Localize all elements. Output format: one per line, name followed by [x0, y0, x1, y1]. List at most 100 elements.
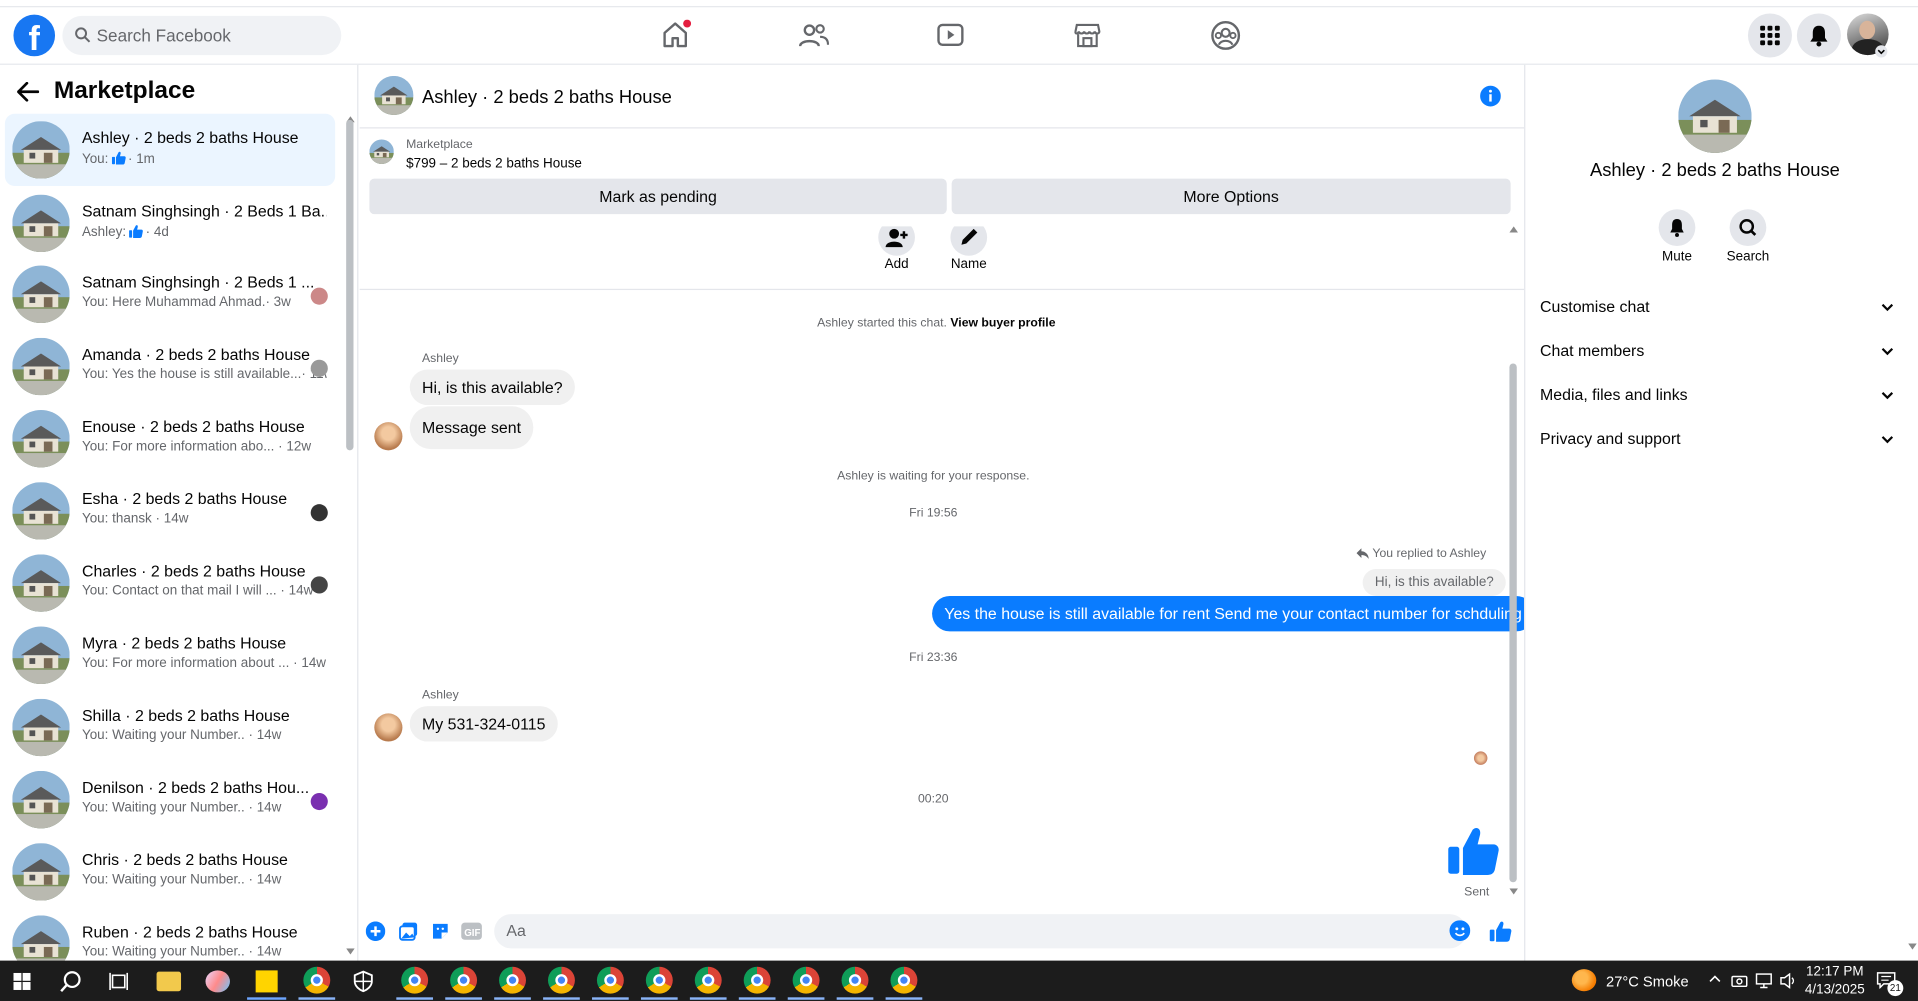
app-running-indicator: [494, 997, 531, 1000]
info-icon[interactable]: [1480, 85, 1501, 107]
details-section[interactable]: Media, files and links: [1540, 385, 1895, 404]
chrome-app-icon[interactable]: [890, 966, 918, 994]
listing-thumbnail: [12, 194, 70, 253]
conversation-item[interactable]: Myra · 2 beds 2 baths House You: For more…: [5, 619, 335, 691]
weather-text[interactable]: 27°C Smoke: [1606, 973, 1689, 990]
like-icon[interactable]: [1489, 920, 1512, 942]
conversation-item[interactable]: Amanda · 2 beds 2 baths House You: Yes th…: [5, 330, 335, 402]
chrome-app-icon[interactable]: [645, 966, 673, 994]
conversation-item[interactable]: Denilson · 2 beds 2 baths Hou... You: Wai…: [5, 764, 335, 836]
name-label: Name: [950, 256, 987, 272]
conversation-item[interactable]: Chris · 2 beds 2 baths House You: Waiting…: [5, 836, 335, 908]
app-running-indicator: [836, 997, 874, 1000]
volume-icon[interactable]: [1780, 972, 1797, 989]
gif-icon[interactable]: GIF: [461, 921, 482, 941]
add-people-button[interactable]: [878, 226, 915, 256]
view-buyer-profile-link[interactable]: View buyer profile: [950, 317, 1055, 330]
listing-thumbnail[interactable]: [369, 139, 394, 164]
outgoing-message[interactable]: Yes the house is still available for ren…: [932, 595, 1525, 632]
scroll-down-arrow[interactable]: [346, 948, 355, 955]
pencil-icon: [961, 228, 978, 245]
scroll-down-arrow[interactable]: [1509, 888, 1518, 895]
emoji-icon[interactable]: [1449, 920, 1471, 942]
app-running-indicator: [396, 997, 434, 1000]
clock-date[interactable]: 4/13/2025: [1798, 983, 1871, 998]
chrome-app-icon[interactable]: [450, 966, 478, 994]
incoming-message[interactable]: My 531-324-0115: [409, 706, 558, 742]
listing-thumbnail: [12, 698, 70, 757]
sender-name: Ashley: [422, 352, 459, 366]
task-view-icon[interactable]: [109, 972, 129, 992]
home-icon[interactable]: [659, 19, 692, 52]
chat-scrollbar[interactable]: [1509, 363, 1517, 883]
clock-time[interactable]: 12:17 PM: [1798, 964, 1871, 979]
facebook-logo[interactable]: f: [13, 14, 56, 57]
chrome-app-icon[interactable]: [743, 966, 771, 994]
conversation-item[interactable]: Charles · 2 beds 2 baths House You: Conta…: [5, 547, 335, 619]
ashley-avatar[interactable]: [374, 713, 403, 742]
conversation-item[interactable]: Shilla · 2 beds 2 baths House You: Waitin…: [5, 691, 335, 763]
details-section[interactable]: Customise chat: [1540, 297, 1895, 316]
add-label: Add: [884, 256, 909, 272]
replied-to-label: You replied to Ashley: [1356, 547, 1486, 560]
chrome-app-icon[interactable]: [401, 966, 429, 994]
message-input[interactable]: Aa: [494, 914, 1467, 949]
chevron-down-icon[interactable]: [1875, 45, 1888, 58]
camera-icon[interactable]: [1731, 973, 1748, 988]
chat-avatar[interactable]: [374, 75, 414, 116]
chrome-app-icon[interactable]: [841, 966, 869, 994]
conversation-item[interactable]: Satnam Singhsingh · 2 Beds 1 Ba... Ashley…: [5, 187, 335, 259]
incoming-message[interactable]: Message sent: [409, 406, 534, 450]
name-chat-button[interactable]: [950, 226, 988, 256]
left-scrollbar[interactable]: [346, 119, 354, 451]
chrome-app-icon[interactable]: [596, 966, 624, 994]
chrome-app-icon[interactable]: [499, 966, 526, 994]
conversation-item[interactable]: Ashley · 2 beds 2 baths House You: · 1m: [4, 113, 336, 187]
paint-app-icon[interactable]: [205, 970, 230, 993]
search-input[interactable]: Search Facebook: [62, 15, 342, 56]
sticky-notes-icon[interactable]: [255, 970, 278, 993]
incoming-message[interactable]: Hi, is this available?: [409, 369, 575, 406]
taskbar-search-icon[interactable]: [60, 970, 82, 993]
details-section[interactable]: Privacy and support: [1540, 430, 1895, 448]
conversation-item[interactable]: Enouse · 2 beds 2 baths House You: For mo…: [5, 403, 335, 475]
details-section[interactable]: Chat members: [1540, 341, 1895, 360]
sticker-icon[interactable]: [431, 921, 451, 941]
network-icon[interactable]: [1755, 973, 1775, 989]
search-in-chat-button[interactable]: [1729, 209, 1767, 246]
chat-title[interactable]: Ashley · 2 beds 2 baths House: [422, 87, 672, 108]
chevron-up-icon[interactable]: [1709, 974, 1721, 984]
groups-icon[interactable]: [1210, 20, 1242, 52]
chrome-app-icon[interactable]: [303, 966, 331, 994]
windows-start-icon[interactable]: [13, 972, 31, 990]
plus-icon[interactable]: [365, 921, 386, 942]
file-explorer-icon[interactable]: [156, 971, 182, 992]
mark-as-pending-button[interactable]: Mark as pending: [369, 178, 947, 215]
reply-arrow-icon: [1356, 548, 1369, 560]
video-icon[interactable]: [935, 20, 967, 52]
back-arrow-icon[interactable]: [17, 81, 40, 102]
chrome-app-icon[interactable]: [792, 966, 820, 994]
security-shield-icon[interactable]: [352, 970, 374, 993]
friends-icon[interactable]: [798, 20, 830, 52]
thumbs-up-sticker[interactable]: [1446, 825, 1500, 876]
scroll-up-arrow[interactable]: [1509, 226, 1518, 233]
menu-grid-button[interactable]: [1747, 13, 1792, 58]
notifications-button[interactable]: [1796, 13, 1841, 58]
listing-thumbnail: [12, 915, 70, 961]
listing-price[interactable]: $799 – 2 beds 2 baths House: [406, 157, 582, 172]
conversation-item[interactable]: Ruben · 2 beds 2 baths House You: Waiting…: [5, 908, 335, 961]
marketplace-icon[interactable]: [1072, 20, 1104, 52]
chat-photo[interactable]: [1678, 79, 1752, 153]
conversation-item[interactable]: Esha · 2 beds 2 baths House You: thansk ·…: [5, 475, 335, 547]
chrome-app-icon[interactable]: [694, 966, 722, 994]
ashley-avatar[interactable]: [374, 422, 403, 451]
scroll-down-arrow[interactable]: [1908, 943, 1917, 950]
image-icon[interactable]: [399, 921, 419, 941]
quoted-message[interactable]: Hi, is this available?: [1362, 569, 1507, 596]
conversation-item[interactable]: Satnam Singhsingh · 2 Beds 1 ... You: Her…: [5, 258, 335, 330]
mute-button[interactable]: [1658, 209, 1696, 246]
more-options-button[interactable]: More Options: [951, 178, 1511, 215]
weather-icon[interactable]: [1571, 969, 1597, 992]
chrome-app-icon[interactable]: [547, 966, 575, 994]
